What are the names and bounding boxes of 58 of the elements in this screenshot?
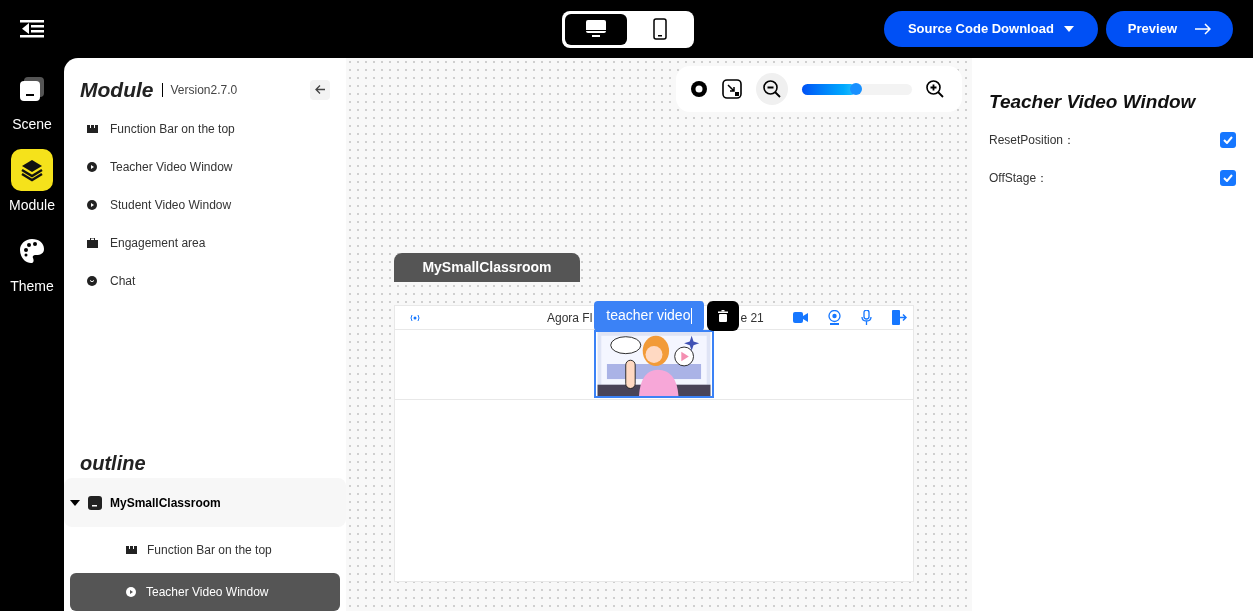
chat-icon xyxy=(87,275,97,286)
grid-icon xyxy=(126,546,137,554)
zoom-out-icon xyxy=(763,80,781,98)
header-title: e 21 xyxy=(740,309,764,327)
tree-item[interactable]: Function Bar on the top xyxy=(70,531,340,569)
caret-icon xyxy=(70,499,80,506)
zoom-in-icon[interactable] xyxy=(926,80,944,98)
layers-icon xyxy=(19,157,45,183)
option-label: OffStage： xyxy=(989,169,1049,187)
briefcase-icon xyxy=(86,237,98,248)
module-item[interactable]: Chat xyxy=(110,271,136,290)
signal-icon xyxy=(409,313,421,322)
play-icon xyxy=(126,587,136,597)
option-label: ResetPosition： xyxy=(989,131,1076,149)
fit-screen-icon[interactable] xyxy=(722,79,742,99)
trash-icon xyxy=(718,309,729,322)
target-icon[interactable] xyxy=(690,80,708,98)
download-button[interactable]: Source Code Download xyxy=(883,11,1098,47)
exit-icon[interactable] xyxy=(892,310,907,325)
module-item[interactable]: Engagement area xyxy=(110,233,206,252)
module-item[interactable]: Function Bar on the top xyxy=(110,119,235,138)
module-item[interactable]: Teacher Video Window xyxy=(110,157,233,176)
window-icon xyxy=(18,75,46,103)
zoom-out-button[interactable] xyxy=(756,73,788,105)
video-name-field[interactable]: teacher video xyxy=(594,300,705,331)
checkbox[interactable] xyxy=(1220,131,1236,148)
checkmark-icon xyxy=(1223,173,1233,182)
monitor-icon xyxy=(586,20,606,38)
header-title: Agora Fl xyxy=(547,309,593,327)
checkbox[interactable] xyxy=(1220,169,1236,186)
properties-title: Teacher Video Window xyxy=(989,90,1197,114)
webcam-icon[interactable] xyxy=(828,310,841,325)
caret-icon xyxy=(1063,26,1074,32)
phone-icon xyxy=(653,18,667,40)
window-icon xyxy=(88,495,102,510)
microphone-icon[interactable] xyxy=(861,310,872,325)
play-icon xyxy=(87,161,97,172)
device-tab[interactable] xyxy=(565,13,627,45)
panel-title: Module xyxy=(80,77,154,103)
palette-icon xyxy=(19,238,45,264)
tree-row[interactable]: MySmallClassroom xyxy=(64,478,346,527)
module-item[interactable]: Student Video Window xyxy=(110,195,232,214)
checkmark-icon xyxy=(1223,135,1233,144)
arrow-left-icon xyxy=(315,85,325,95)
classroom-tab[interactable]: MySmallClassroom xyxy=(394,253,580,282)
tree-label: MySmallClassroom xyxy=(110,494,221,512)
tree-item[interactable]: Teacher Video Window xyxy=(70,573,340,611)
zoom-slider[interactable] xyxy=(802,83,912,95)
collapse-menu-icon[interactable] xyxy=(20,20,44,38)
delete-button[interactable] xyxy=(707,300,740,331)
outline-title: outline xyxy=(79,451,147,476)
preview-button[interactable]: Preview xyxy=(1105,11,1233,47)
play-icon xyxy=(87,199,97,210)
version-label: Version2.7.0 xyxy=(170,81,238,99)
back-button[interactable] xyxy=(310,79,330,100)
camera-icon[interactable] xyxy=(793,312,808,323)
grid-icon xyxy=(86,124,98,133)
arrow-right-icon xyxy=(1195,23,1211,35)
